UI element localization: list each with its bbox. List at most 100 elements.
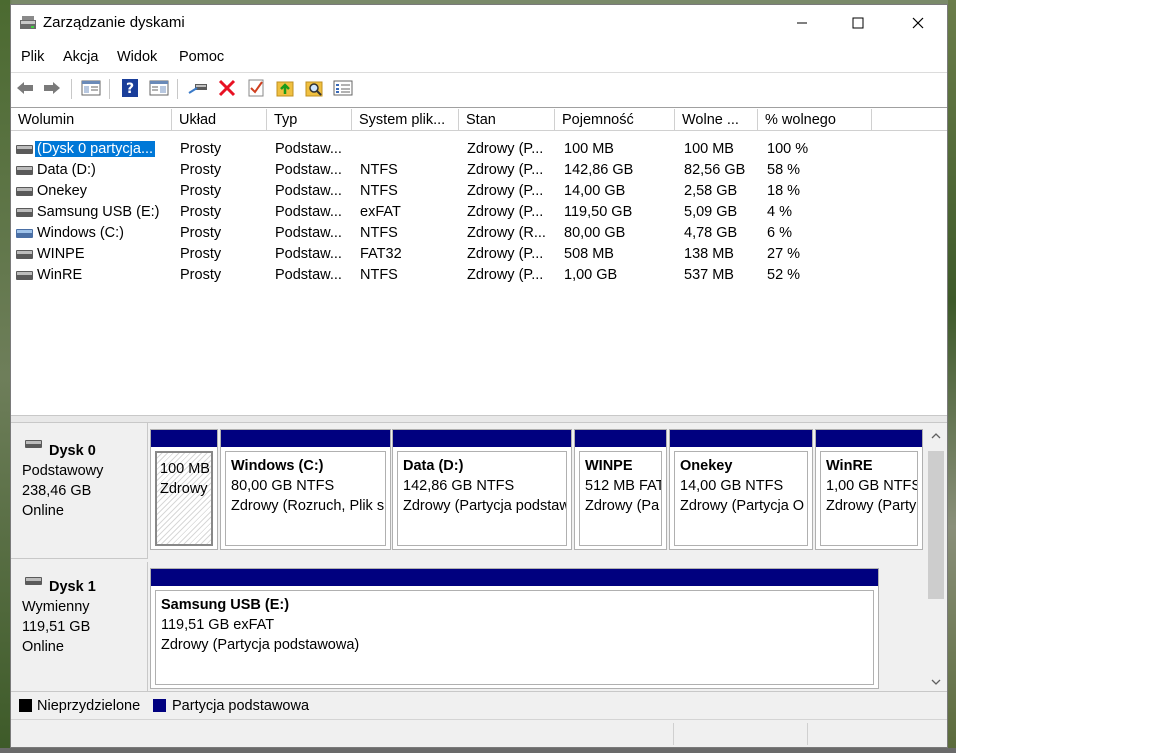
table-row[interactable]: (Dysk 0 partycja... Prosty Podstaw... Zd… — [11, 139, 947, 160]
partition-status: Zdrowy (Partycja podstaw — [403, 498, 567, 514]
partition-status: Zdrowy (Partycja podstawowa) — [161, 637, 360, 653]
close-button[interactable] — [895, 5, 941, 41]
volume-capacity: 80,00 GB — [564, 225, 626, 241]
open-folder-button[interactable] — [273, 77, 297, 99]
partition-size: 1,00 GB NTFS — [826, 478, 918, 494]
table-row[interactable]: Samsung USB (E:) Prosty Podstaw... exFAT… — [11, 202, 947, 223]
back-arrow-icon — [17, 82, 33, 94]
volume-list: Wolumin Układ Typ System plik... Stan Po… — [11, 107, 947, 416]
partition-name: Windows (C:) — [231, 458, 324, 474]
partition-size: 14,00 GB NTFS — [680, 478, 784, 494]
connect-button[interactable] — [186, 77, 210, 99]
menu-plik[interactable]: Plik — [21, 49, 44, 65]
delete-icon — [218, 79, 236, 97]
volume-free: 5,09 GB — [684, 204, 738, 220]
menu-pomoc[interactable]: Pomoc — [179, 49, 224, 65]
desktop-background-bottom — [0, 748, 956, 753]
volume-icon — [16, 166, 33, 175]
menu-widok[interactable]: Widok — [117, 49, 157, 65]
volume-layout: Prosty — [180, 141, 222, 157]
menu-akcja[interactable]: Akcja — [63, 49, 98, 65]
minimize-button[interactable] — [779, 5, 825, 41]
scroll-up-button[interactable] — [925, 427, 947, 445]
table-row[interactable]: WINPE Prosty Podstaw... FAT32 Zdrowy (P.… — [11, 244, 947, 265]
disk-0-status: Online — [22, 503, 64, 519]
partition-winpe[interactable]: WINPE 512 MB FAT Zdrowy (Pa — [574, 429, 667, 550]
volume-type: Podstaw... — [275, 183, 342, 199]
partition-name: Onekey — [680, 458, 733, 474]
table-row[interactable]: Data (D:) Prosty Podstaw... NTFS Zdrowy … — [11, 160, 947, 181]
table-row[interactable]: Windows (C:) Prosty Podstaw... NTFS Zdro… — [11, 223, 947, 244]
volume-free-percent: 6 % — [767, 225, 792, 241]
partition-size: 119,51 GB exFAT — [161, 617, 275, 633]
table-row[interactable]: Onekey Prosty Podstaw... NTFS Zdrowy (P.… — [11, 181, 947, 202]
disk-1-info[interactable]: Dysk 1 Wymienny 119,51 GB Online — [11, 562, 148, 691]
menu-bar: Plik Akcja Widok Pomoc — [11, 45, 947, 69]
partition-size: 80,00 GB NTFS — [231, 478, 335, 494]
volume-layout: Prosty — [180, 183, 222, 199]
disk-view-scrollbar[interactable] — [925, 423, 947, 691]
column-header-wolne[interactable]: Wolne ... — [675, 109, 758, 131]
volume-capacity: 508 MB — [564, 246, 614, 262]
forward-button[interactable] — [40, 77, 64, 99]
volume-type: Podstaw... — [275, 267, 342, 283]
disk-0-info[interactable]: Dysk 0 Podstawowy 238,46 GB Online — [11, 423, 148, 559]
table-row[interactable]: WinRE Prosty Podstaw... NTFS Zdrowy (P..… — [11, 265, 947, 286]
column-header-uklad[interactable]: Układ — [172, 109, 267, 131]
partition-size: 100 MB — [160, 461, 210, 477]
maximize-button[interactable] — [835, 5, 881, 41]
scroll-thumb[interactable] — [928, 451, 944, 599]
chevron-down-icon — [931, 679, 941, 685]
column-header-wolumin[interactable]: Wolumin — [11, 109, 172, 131]
partition-bar — [670, 430, 812, 447]
partition-size: 142,86 GB NTFS — [403, 478, 515, 494]
back-button[interactable] — [13, 77, 37, 99]
toolbar: ? — [11, 72, 947, 103]
partition-winre[interactable]: WinRE 1,00 GB NTFS Zdrowy (Party — [815, 429, 923, 550]
maximize-icon — [852, 17, 864, 29]
partition-body: 100 MB Zdrowy — [155, 451, 213, 546]
check-button[interactable] — [244, 77, 268, 99]
delete-button[interactable] — [215, 77, 239, 99]
column-header-pojemnosc[interactable]: Pojemność — [555, 109, 675, 131]
column-header-stan[interactable]: Stan — [459, 109, 555, 131]
volume-free: 537 MB — [684, 267, 734, 283]
partition-body: WINPE 512 MB FAT Zdrowy (Pa — [579, 451, 662, 546]
column-header-procent-wolnego[interactable]: % wolnego — [758, 109, 872, 131]
help-button[interactable]: ? — [118, 77, 142, 99]
volume-layout: Prosty — [180, 267, 222, 283]
disk-management-window: Zarządzanie dyskami Plik Akcja Widok Pom… — [10, 4, 948, 748]
volume-layout: Prosty — [180, 246, 222, 262]
title-bar[interactable]: Zarządzanie dyskami — [11, 5, 947, 41]
pane-splitter[interactable] — [11, 415, 947, 423]
console-tree-button[interactable] — [79, 77, 103, 99]
column-header-typ[interactable]: Typ — [267, 109, 352, 131]
partition-data-d[interactable]: Data (D:) 142,86 GB NTFS Zdrowy (Partycj… — [392, 429, 572, 550]
partition-efi[interactable]: 100 MB Zdrowy — [150, 429, 218, 550]
volume-capacity: 1,00 GB — [564, 267, 618, 283]
partition-onekey[interactable]: Onekey 14,00 GB NTFS Zdrowy (Partycja O — [669, 429, 813, 550]
volume-capacity: 142,86 GB — [564, 162, 634, 178]
partition-bar — [151, 430, 217, 447]
partition-status: Zdrowy (Pa — [585, 498, 660, 514]
volume-type: Podstaw... — [275, 162, 342, 178]
partition-status: Zdrowy (Partycja O — [680, 498, 805, 514]
volume-name: Samsung USB (E:) — [37, 204, 160, 220]
volume-filesystem: NTFS — [360, 162, 398, 178]
list-view-button[interactable] — [331, 77, 355, 99]
toolbar-separator — [177, 79, 178, 99]
volume-free-percent: 18 % — [767, 183, 801, 199]
scroll-down-button[interactable] — [925, 673, 947, 691]
volume-free: 82,56 GB — [684, 162, 746, 178]
search-folder-button[interactable] — [302, 77, 326, 99]
volume-icon — [16, 187, 33, 196]
disk-1-size: 119,51 GB — [22, 619, 91, 635]
partition-bar — [575, 430, 666, 447]
properties-view-button[interactable] — [147, 77, 171, 99]
volume-status: Zdrowy (P... — [467, 204, 544, 220]
disk-icon — [25, 440, 42, 448]
column-header-system-plikow[interactable]: System plik... — [352, 109, 459, 131]
partition-samsung-usb-e[interactable]: Samsung USB (E:) 119,51 GB exFAT Zdrowy … — [150, 568, 879, 689]
partition-windows-c[interactable]: Windows (C:) 80,00 GB NTFS Zdrowy (Rozru… — [220, 429, 391, 550]
volume-name: WinRE — [37, 267, 83, 283]
